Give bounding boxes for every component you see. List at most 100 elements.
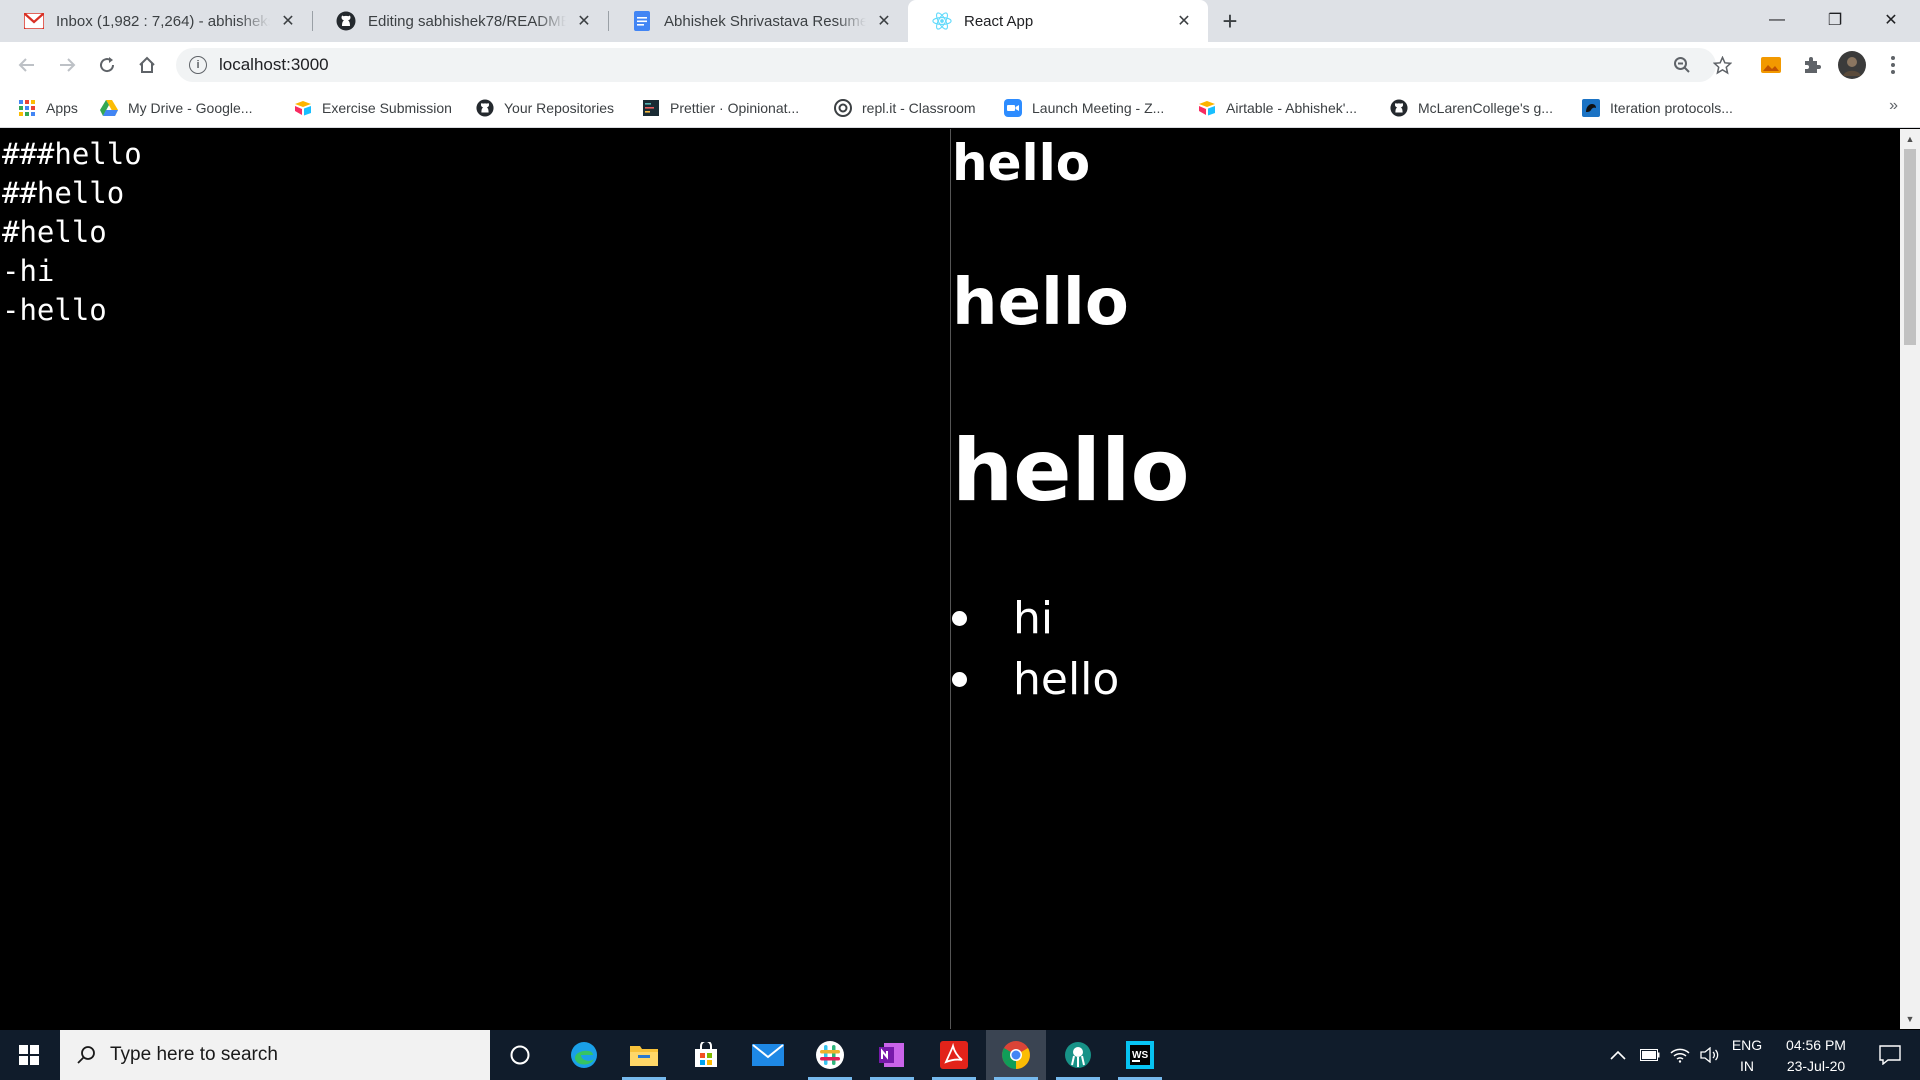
scroll-down-icon[interactable]: ▼ [1900, 1011, 1920, 1027]
editor-line[interactable]: -hi [2, 252, 950, 291]
taskbar-onenote[interactable] [862, 1030, 922, 1080]
bookmark-replit-classroom[interactable]: repl.it - Classroom [834, 97, 976, 119]
editor-line[interactable]: ###hello [2, 135, 950, 174]
clock-date: 23-Jul-20 [1786, 1058, 1846, 1074]
prettier-icon [642, 99, 660, 117]
scroll-up-icon[interactable]: ▲ [1900, 131, 1920, 147]
extensions-button[interactable] [1797, 50, 1827, 80]
battery-icon [1640, 1049, 1660, 1061]
bookmarks-overflow-button[interactable]: » [1889, 97, 1898, 115]
taskbar-slack[interactable] [800, 1030, 860, 1080]
bookmark-label: repl.it - Classroom [862, 100, 976, 116]
bookmark-label: Exercise Submission [322, 100, 452, 116]
list-item-text: hello [1013, 654, 1120, 705]
editor-line[interactable]: -hello [2, 291, 950, 330]
bookmarks-bar: Apps My Drive - Google... Exercise Submi… [0, 88, 1920, 128]
taskbar-gitkraken[interactable] [1048, 1030, 1108, 1080]
puzzle-icon [1805, 57, 1821, 73]
restore-button[interactable]: ❐ [1806, 0, 1864, 40]
editor-line[interactable]: #hello [2, 213, 950, 252]
scroll-thumb[interactable] [1904, 149, 1916, 345]
avatar [1838, 51, 1866, 79]
bookmark-airtable[interactable]: Airtable - Abhishek'... [1198, 97, 1357, 119]
tab-close-icon[interactable]: ✕ [278, 11, 298, 31]
chrome-menu-button[interactable] [1878, 50, 1908, 80]
bookmark-prettier[interactable]: Prettier · Opinionat... [642, 97, 799, 119]
reload-button[interactable] [92, 50, 122, 80]
profile-button[interactable] [1837, 50, 1867, 80]
tab-title: Abhishek Shrivastava Resume - Go [664, 12, 866, 30]
forward-button[interactable] [52, 50, 82, 80]
tray-battery[interactable] [1636, 1030, 1664, 1080]
editor-line[interactable]: ##hello [2, 174, 950, 213]
cortana-icon [510, 1045, 530, 1065]
address-url[interactable]: localhost:3000 [219, 55, 329, 75]
tab-close-icon[interactable]: ✕ [1174, 11, 1194, 31]
tab-title: React App [964, 12, 1034, 30]
bookmark-zoom-launch-meeting[interactable]: Launch Meeting - Z... [1004, 97, 1164, 119]
bookmark-label: Launch Meeting - Z... [1032, 100, 1165, 116]
tab-github-readme[interactable]: Editing sabhishek78/README.md ✕ [312, 0, 608, 42]
taskbar-acrobat[interactable] [924, 1030, 984, 1080]
bookmark-star-button[interactable] [1707, 50, 1737, 80]
minimize-button[interactable]: — [1748, 0, 1806, 40]
start-button[interactable] [0, 1030, 58, 1080]
taskbar-webstorm[interactable]: WS [1110, 1030, 1170, 1080]
bookmark-exercise-submission[interactable]: Exercise Submission [294, 97, 452, 119]
zoom-icon [1004, 99, 1022, 117]
action-center-button[interactable] [1864, 1030, 1916, 1080]
tray-overflow-button[interactable] [1604, 1030, 1632, 1080]
taskbar-edge[interactable] [554, 1030, 614, 1080]
taskbar-search[interactable]: Type here to search [60, 1030, 490, 1080]
tab-gmail[interactable]: Inbox (1,982 : 7,264) - abhisheksh ✕ [0, 0, 312, 42]
bookmark-iteration-protocols[interactable]: Iteration protocols... [1582, 97, 1733, 119]
back-button[interactable] [12, 50, 42, 80]
tab-close-icon[interactable]: ✕ [874, 11, 894, 31]
svg-text:WS: WS [1132, 1050, 1148, 1061]
microsoft-store-icon [695, 1042, 717, 1067]
browser-toolbar: i localhost:3000 [0, 42, 1920, 88]
tray-language[interactable]: ENG IN [1728, 1035, 1766, 1077]
tray-clock[interactable]: 04:56 PM 23-Jul-20 [1770, 1035, 1862, 1077]
bookmark-label: Your Repositories [504, 100, 614, 116]
new-tab-button[interactable]: + [1216, 6, 1244, 36]
markdown-editor[interactable]: ###hello ##hello #hello -hi -hello [0, 129, 950, 1029]
star-icon [1712, 55, 1732, 74]
reload-icon [100, 57, 115, 73]
bookmark-apps[interactable]: Apps [18, 97, 78, 119]
taskbar-microsoft-store[interactable] [676, 1030, 736, 1080]
tab-strip: Inbox (1,982 : 7,264) - abhisheksh ✕ Edi… [0, 0, 1920, 42]
tab-close-icon[interactable]: ✕ [574, 11, 594, 31]
bookmark-your-repositories[interactable]: Your Repositories [476, 97, 614, 119]
tab-react-app[interactable]: React App ✕ [908, 0, 1208, 42]
bookmark-label: Apps [46, 100, 78, 116]
preview-heading-h2: hello [952, 266, 1129, 340]
bookmark-label: Airtable - Abhishek'... [1226, 100, 1358, 116]
taskbar-mail[interactable] [738, 1030, 798, 1080]
extension-image-button[interactable] [1756, 50, 1786, 80]
bookmark-label: McLarenCollege's g... [1418, 100, 1553, 116]
chevron-up-icon [1610, 1050, 1626, 1060]
google-docs-icon [632, 11, 652, 31]
arrow-left-icon [18, 58, 34, 72]
tab-google-docs[interactable]: Abhishek Shrivastava Resume - Go ✕ [608, 0, 908, 42]
taskbar-chrome[interactable] [986, 1030, 1046, 1080]
close-window-button[interactable]: ✕ [1862, 0, 1920, 40]
preview-heading-h1: hello [952, 421, 1190, 521]
site-info-icon[interactable]: i [189, 56, 207, 74]
file-explorer-icon [630, 1046, 658, 1066]
tray-network[interactable] [1666, 1030, 1694, 1080]
home-button[interactable] [132, 50, 162, 80]
zoom-button[interactable] [1667, 50, 1697, 80]
tab-title: Inbox (1,982 : 7,264) - abhisheksh [56, 12, 270, 30]
bookmark-label: Prettier · Opinionat... [670, 100, 800, 116]
bookmark-mclarencollege[interactable]: McLarenCollege's g... [1390, 97, 1553, 119]
language-code: ENG [1731, 1037, 1763, 1053]
taskbar-file-explorer[interactable] [614, 1030, 674, 1080]
taskbar-cortana[interactable] [490, 1030, 550, 1080]
address-bar[interactable]: i localhost:3000 [176, 48, 1716, 82]
tray-volume[interactable] [1696, 1030, 1724, 1080]
bookmark-my-drive[interactable]: My Drive - Google... [100, 97, 252, 119]
page-scrollbar[interactable]: ▲ ▼ [1900, 129, 1920, 1029]
bookmark-label: Iteration protocols... [1610, 100, 1733, 116]
